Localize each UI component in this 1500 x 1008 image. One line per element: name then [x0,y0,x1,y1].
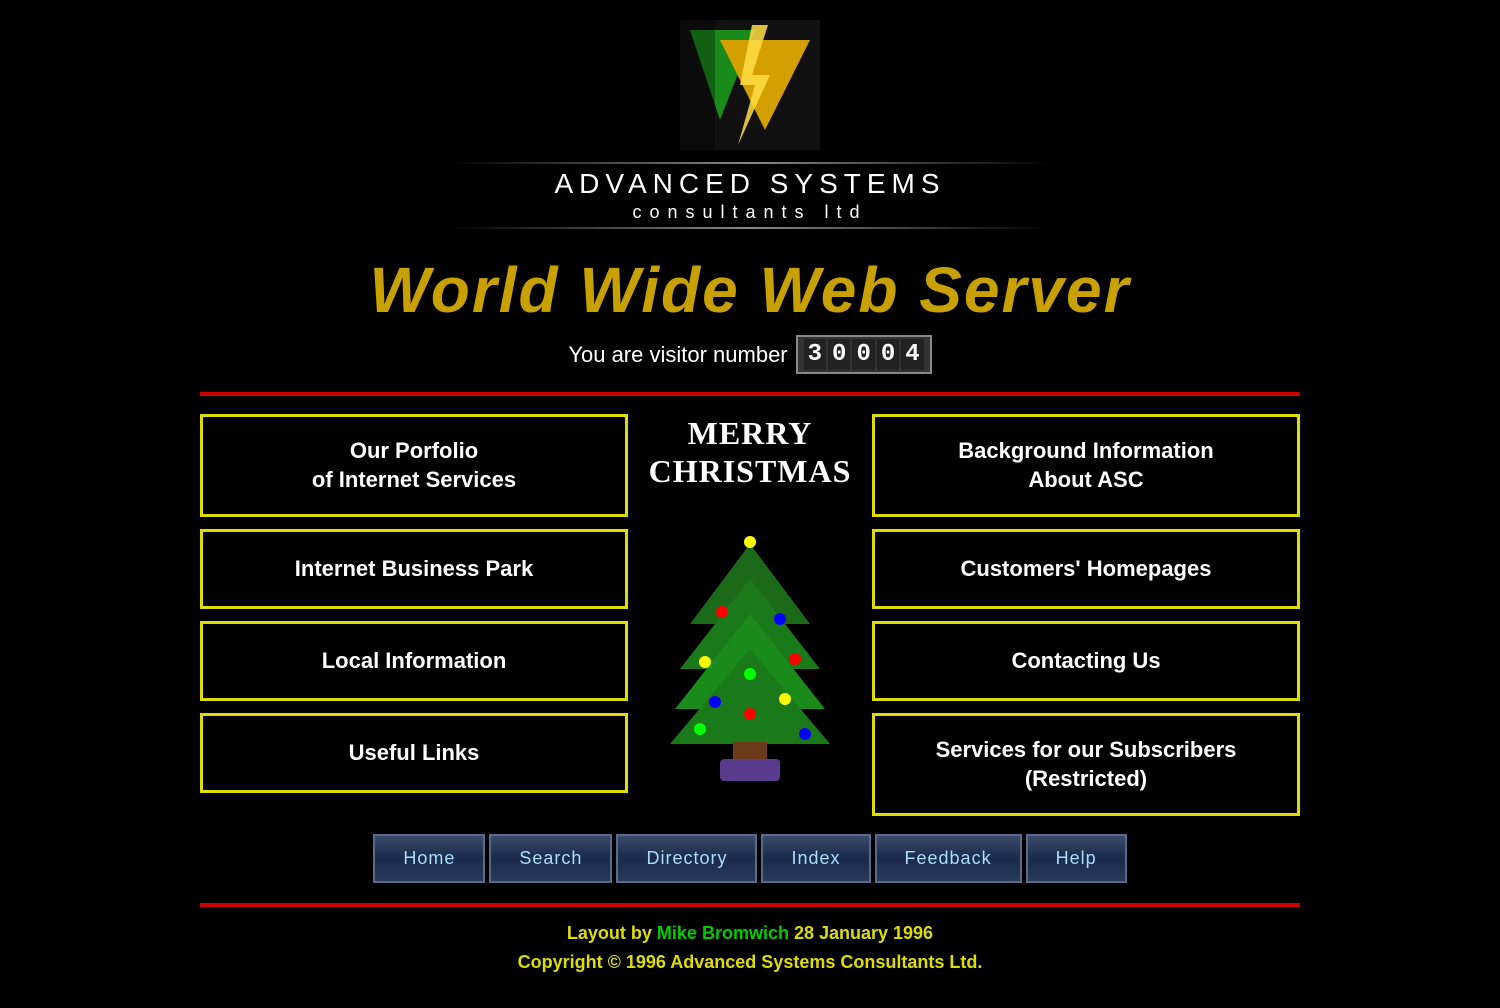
business-park-button[interactable]: Internet Business Park [200,529,628,609]
page-title: World Wide Web Server [370,253,1131,327]
footer-author[interactable]: Mike Bromwich [657,923,789,943]
feedback-button[interactable]: Feedback [875,834,1022,883]
red-separator-top [200,392,1300,396]
useful-links-button[interactable]: Useful Links [200,713,628,793]
index-button[interactable]: Index [761,834,870,883]
subscribers-button[interactable]: Services for our Subscribers(Restricted) [872,713,1300,816]
home-button[interactable]: Home [373,834,485,883]
counter-d1: 3 [804,339,826,370]
search-button[interactable]: Search [489,834,612,883]
background-button[interactable]: Background InformationAbout ASC [872,414,1300,517]
right-column: Background InformationAbout ASC Customer… [872,414,1300,816]
visitor-label: You are visitor number [568,342,787,368]
footer-date: 28 January 1996 [789,923,933,943]
footer-layout-label: Layout by [567,923,657,943]
directory-button[interactable]: Directory [616,834,757,883]
visitor-row: You are visitor number 3 0 0 0 4 [568,335,931,374]
local-info-button[interactable]: Local Information [200,621,628,701]
company-sub: consultants ltd [632,202,867,223]
merry-christmas-text: MERRY CHRISTMAS [649,414,852,491]
left-column: Our Porfolioof Internet Services Interne… [200,414,628,816]
visitor-counter: 3 0 0 0 4 [796,335,932,374]
red-separator-bottom [200,903,1300,907]
counter-d3: 0 [852,339,874,370]
customers-button[interactable]: Customers' Homepages [872,529,1300,609]
main-grid: Our Porfolioof Internet Services Interne… [200,414,1300,816]
footer-copyright: Copyright © 1996 Advanced Systems Consul… [518,948,983,977]
counter-d4: 0 [877,339,899,370]
footer: Layout by Mike Bromwich 28 January 1996 … [518,919,983,977]
bottom-nav: Home Search Directory Index Feedback Hel… [373,834,1126,883]
logo-hr-top [450,162,1050,164]
center-column: MERRY CHRISTMAS [640,414,860,816]
help-button[interactable]: Help [1026,834,1127,883]
counter-d2: 0 [828,339,850,370]
logo-hr-bottom [450,227,1050,229]
company-name: ADVANCED SYSTEMS [554,168,945,200]
company-logo [680,20,820,150]
portfolio-button[interactable]: Our Porfolioof Internet Services [200,414,628,517]
footer-layout-line: Layout by Mike Bromwich 28 January 1996 [518,919,983,948]
logo-area: ADVANCED SYSTEMS consultants ltd [450,20,1050,233]
christmas-tree-area [650,491,850,817]
contact-button[interactable]: Contacting Us [872,621,1300,701]
counter-d5: 4 [901,339,923,370]
